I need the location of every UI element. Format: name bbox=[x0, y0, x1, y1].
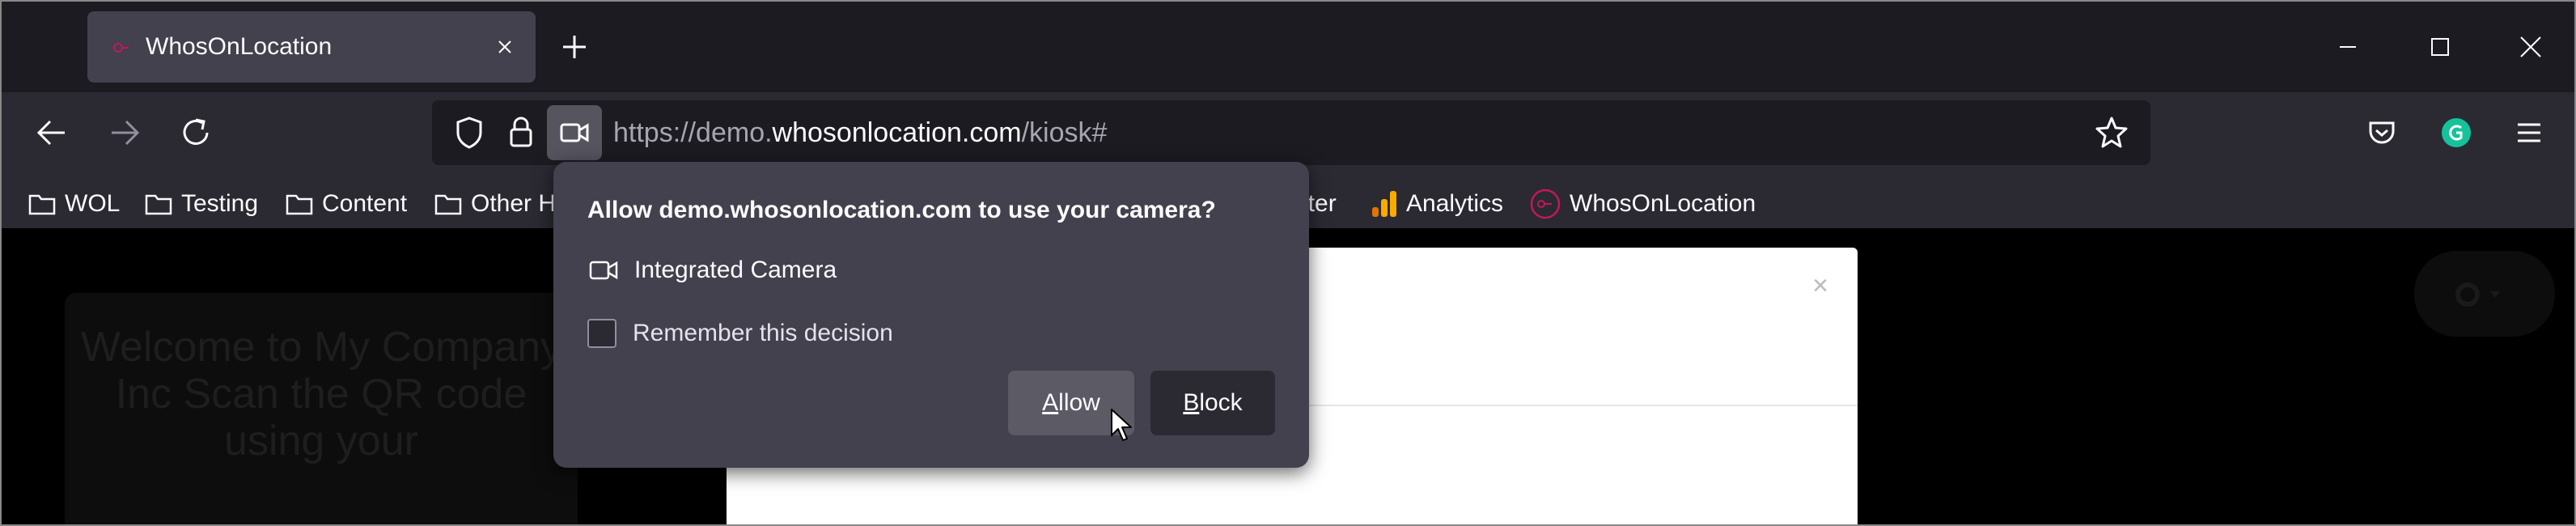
camera-device-row: Integrated Camera bbox=[587, 252, 837, 288]
url-text[interactable]: https://demo.whosonlocation.com/kiosk# bbox=[613, 115, 1107, 151]
back-icon[interactable] bbox=[28, 108, 76, 157]
maximize-icon[interactable] bbox=[2417, 24, 2463, 70]
modal-close-button[interactable]: × bbox=[1812, 270, 1828, 302]
browser-window: WhosOnLocation https://demo.whosonlocati… bbox=[0, 0, 2576, 526]
allow-label: Allow bbox=[1042, 389, 1100, 416]
gear-icon bbox=[2455, 282, 2500, 307]
bookmark-label: Testing bbox=[181, 190, 259, 217]
url-host: whosonlocation.com bbox=[772, 117, 1022, 148]
lock-icon[interactable] bbox=[500, 112, 542, 154]
remember-decision-label: Remember this decision bbox=[633, 320, 893, 346]
url-path: /kiosk# bbox=[1021, 117, 1108, 148]
folder-icon bbox=[286, 194, 313, 215]
close-tab-icon[interactable] bbox=[487, 29, 523, 65]
reload-icon[interactable] bbox=[172, 108, 220, 157]
camera-device-label: Integrated Camera bbox=[634, 257, 837, 283]
grammarly-extension-icon[interactable] bbox=[2432, 108, 2481, 157]
new-tab-icon[interactable] bbox=[557, 29, 592, 65]
bookmark-label: Other H bbox=[471, 190, 557, 217]
pocket-icon[interactable] bbox=[2358, 108, 2406, 157]
tab-whosonlocation[interactable]: WhosOnLocation bbox=[87, 11, 536, 83]
wol-favicon-icon bbox=[113, 43, 129, 53]
remember-decision-checkbox[interactable] bbox=[587, 319, 616, 348]
camera-icon bbox=[589, 261, 618, 280]
bookmark-label: WOL bbox=[65, 190, 121, 217]
bookmark-analytics[interactable]: Analytics bbox=[1371, 188, 1503, 220]
welcome-panel: Welcome to My Company Inc Scan the QR co… bbox=[65, 293, 578, 524]
mouse-cursor-icon bbox=[1111, 409, 1132, 441]
bookmark-folder-wol[interactable]: WOL bbox=[28, 188, 120, 220]
camera-icon bbox=[560, 123, 589, 142]
bookmark-label: Content bbox=[322, 190, 408, 217]
popup-arrow bbox=[553, 160, 570, 170]
bookmark-folder-content[interactable]: Content bbox=[285, 188, 407, 220]
camera-permission-button[interactable] bbox=[547, 105, 602, 160]
bookmark-star-icon[interactable] bbox=[2091, 112, 2133, 154]
settings-button[interactable] bbox=[2414, 251, 2555, 337]
close-window-icon[interactable] bbox=[2508, 24, 2553, 70]
camera-permission-popup: Allow demo.whosonlocation.com to use you… bbox=[553, 162, 1309, 468]
forward-icon[interactable] bbox=[100, 108, 149, 157]
address-bar[interactable]: https://demo.whosonlocation.com/kiosk# bbox=[432, 100, 2150, 165]
bookmark-folder-testing[interactable]: Testing bbox=[144, 188, 258, 220]
folder-icon bbox=[145, 194, 172, 215]
tracking-protection-shield-icon[interactable] bbox=[448, 112, 490, 154]
analytics-icon bbox=[1372, 191, 1396, 217]
folder-icon bbox=[434, 194, 462, 215]
bookmark-label: WhosOnLocation bbox=[1570, 190, 1756, 217]
bookmark-folder-other[interactable]: Other H bbox=[434, 188, 556, 220]
bookmark-whosonlocation[interactable]: WhosOnLocation bbox=[1529, 188, 1756, 220]
url-scheme: https://demo. bbox=[613, 117, 773, 148]
remember-decision-row[interactable]: Remember this decision bbox=[587, 316, 893, 351]
block-label: Block bbox=[1183, 389, 1243, 416]
tab-strip: WhosOnLocation bbox=[2, 2, 2574, 92]
wol-icon bbox=[1530, 189, 1561, 219]
permission-title: Allow demo.whosonlocation.com to use you… bbox=[587, 197, 1216, 223]
bookmark-label: Analytics bbox=[1406, 190, 1504, 217]
minimize-icon[interactable] bbox=[2325, 24, 2371, 70]
tab-title: WhosOnLocation bbox=[146, 33, 333, 60]
folder-icon bbox=[28, 194, 56, 215]
menu-icon[interactable] bbox=[2505, 108, 2553, 157]
welcome-text: Welcome to My Company Inc Scan the QR co… bbox=[80, 324, 562, 464]
block-button[interactable]: Block bbox=[1150, 371, 1275, 435]
